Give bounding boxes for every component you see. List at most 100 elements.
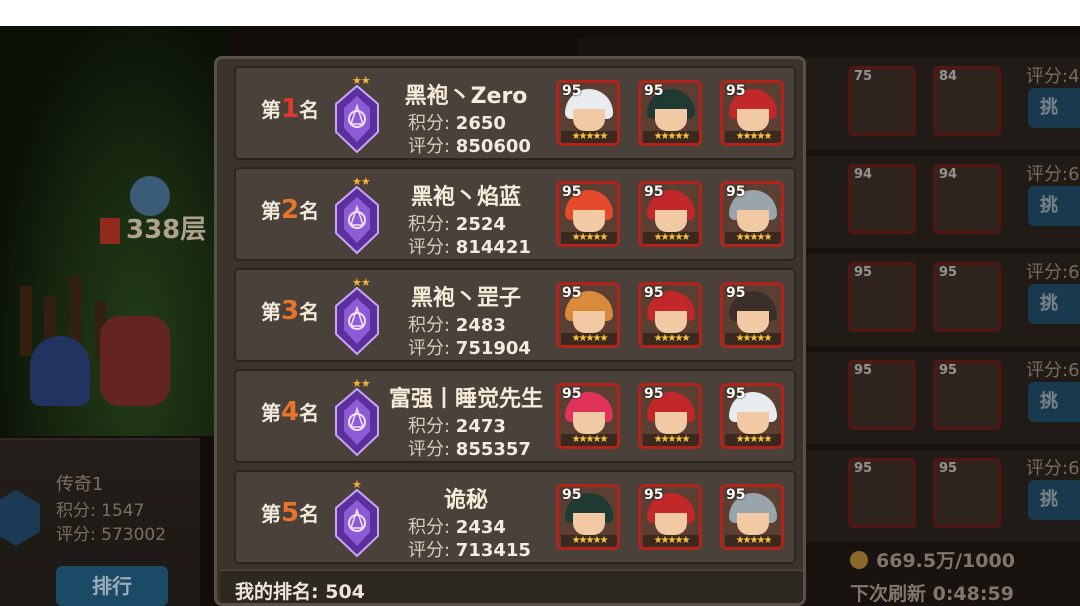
player-name: 传奇1 bbox=[56, 474, 104, 495]
hero-level: 95 bbox=[726, 184, 746, 200]
score-value: 2483 bbox=[455, 315, 506, 336]
hero-portrait-icon[interactable]: 95 ★★★★★ bbox=[556, 80, 620, 146]
my-rank-value: 504 bbox=[325, 581, 365, 603]
score-value: 2473 bbox=[455, 416, 506, 437]
hero-stars: ★★★★★ bbox=[643, 131, 699, 143]
hero-portrait-icon: 95 bbox=[848, 458, 916, 528]
hero-stars: ★★★★★ bbox=[725, 333, 781, 345]
hero-level: 95 bbox=[562, 285, 582, 301]
hero-portrait-icon[interactable]: 95 ★★★★★ bbox=[638, 484, 702, 550]
score-key: 积分: bbox=[408, 416, 456, 437]
hero-portrait-icon: 75 bbox=[848, 66, 916, 136]
rank-number: 5 bbox=[281, 498, 300, 528]
hero-portrait-icon[interactable]: 95 ★★★★★ bbox=[720, 80, 784, 146]
player-name: 黑袍丶焰蓝 bbox=[410, 185, 521, 210]
hero-face bbox=[655, 311, 687, 333]
leaderboard-row[interactable]: 第2名 ★★ 黑袍丶焰蓝 积分: 2524 评分: 814421 95 ★★★★★ 95 ★★★… bbox=[234, 167, 796, 261]
hero-level: 95 bbox=[939, 461, 958, 476]
my-rank-line: 我的排名: 504 bbox=[235, 577, 365, 603]
score-value: 2650 bbox=[455, 113, 506, 134]
player-rating: 评分: 751904 bbox=[408, 334, 531, 360]
hero-portrait-icon[interactable]: 95 ★★★★★ bbox=[556, 181, 620, 247]
scene-hero bbox=[100, 316, 170, 406]
hero-level: 95 bbox=[644, 487, 664, 503]
player-name: 黑袍丶Zero bbox=[404, 84, 528, 109]
purple-crest-icon bbox=[335, 387, 379, 457]
rating-value: 855357 bbox=[455, 439, 531, 460]
purple-crest-icon bbox=[335, 185, 379, 255]
score-key: 积分: bbox=[408, 315, 456, 336]
hero-level: 95 bbox=[726, 386, 746, 402]
refresh-timer: 下次刷新 0:48:59 bbox=[850, 583, 1014, 605]
hero-portrait-icon: 94 bbox=[848, 164, 916, 234]
hero-face bbox=[573, 311, 605, 333]
hero-face bbox=[737, 210, 769, 232]
hero-stars: ★★★★★ bbox=[561, 535, 617, 547]
opponent-rating: 评分:6 bbox=[1026, 360, 1080, 381]
challenge-button[interactable]: 挑 bbox=[1028, 186, 1080, 226]
rank-prefix: 第 bbox=[261, 199, 281, 223]
hero-face bbox=[737, 412, 769, 434]
hero-portrait-icon[interactable]: 95 ★★★★★ bbox=[720, 181, 784, 247]
hero-level: 95 bbox=[562, 386, 582, 402]
hero-portrait-icon: 95 bbox=[933, 458, 1001, 528]
challenge-button[interactable]: 挑 bbox=[1028, 480, 1080, 520]
opponent-rating: 评分:6 bbox=[1026, 164, 1080, 185]
leaderboard-row[interactable]: 第5名 ★ 诡秘 积分: 2434 评分: 713415 95 ★★★★★ 95 ★★★★★ 95… bbox=[234, 470, 796, 564]
hero-level: 95 bbox=[562, 487, 582, 503]
rank-number: 3 bbox=[281, 296, 300, 326]
hero-stars: ★★★★★ bbox=[643, 434, 699, 446]
hero-portrait-icon[interactable]: 95 ★★★★★ bbox=[638, 282, 702, 348]
leaderboard-row[interactable]: 第1名 ★★ 黑袍丶Zero 积分: 2650 评分: 850600 95 ★★★★★ 95 ★… bbox=[234, 66, 796, 160]
rank-prefix: 第 bbox=[261, 98, 281, 122]
challenge-button-label: 挑 bbox=[1040, 391, 1058, 412]
hero-face bbox=[737, 513, 769, 535]
currency-line: 669.5万/1000 bbox=[850, 546, 1080, 573]
hero-portrait-icon[interactable]: 95 ★★★★★ bbox=[556, 484, 620, 550]
my-player-card: 传奇1 积分: 1547 评分: 573002 排行 bbox=[0, 438, 200, 606]
rating-key: 评分: bbox=[408, 237, 456, 258]
rank-suffix: 名 bbox=[299, 300, 320, 324]
player-rating: 评分: 713415 bbox=[408, 536, 531, 562]
hero-portrait-icon[interactable]: 95 ★★★★★ bbox=[638, 383, 702, 449]
challenge-button[interactable]: 挑 bbox=[1028, 284, 1080, 324]
challenge-button-label: 挑 bbox=[1040, 489, 1058, 510]
game-screen: 338层 传奇1 积分: 1547 评分: 573002 排行 75 84 评分:4… bbox=[0, 26, 1080, 606]
hero-portrait-icon[interactable]: 95 ★★★★★ bbox=[556, 383, 620, 449]
rank-prefix: 第 bbox=[261, 502, 281, 526]
hero-portrait-icon[interactable]: 95 ★★★★★ bbox=[638, 181, 702, 247]
rank-prefix: 第 bbox=[261, 401, 281, 425]
score-key: 积分: bbox=[408, 113, 456, 134]
rank-suffix: 名 bbox=[299, 199, 320, 223]
hero-portrait-icon: 94 bbox=[933, 164, 1001, 234]
hero-portrait-icon[interactable]: 95 ★★★★★ bbox=[720, 383, 784, 449]
hero-level: 95 bbox=[644, 83, 664, 99]
hero-face bbox=[655, 412, 687, 434]
tree-decoration bbox=[20, 286, 32, 356]
rank-label: 第5名 bbox=[261, 498, 319, 528]
hero-portrait-icon[interactable]: 95 ★★★★★ bbox=[720, 484, 784, 550]
hero-face bbox=[737, 311, 769, 333]
rating-value: 814421 bbox=[455, 237, 531, 258]
hero-level: 95 bbox=[854, 363, 873, 378]
rating-value: 713415 bbox=[455, 540, 531, 561]
rank-button[interactable]: 排行 bbox=[56, 566, 168, 606]
hero-stars: ★★★★★ bbox=[561, 333, 617, 345]
scene-hero bbox=[30, 336, 90, 406]
hero-portrait-icon[interactable]: 95 ★★★★★ bbox=[720, 282, 784, 348]
hero-portrait-icon[interactable]: 95 ★★★★★ bbox=[556, 282, 620, 348]
player-name: 富强丨睡觉先生 bbox=[388, 387, 543, 412]
challenge-button[interactable]: 挑 bbox=[1028, 88, 1080, 128]
hero-stars: ★★★★★ bbox=[643, 232, 699, 244]
rank-number: 2 bbox=[281, 195, 300, 225]
leaderboard-row[interactable]: 第3名 ★★ 黑袍丶罡子 积分: 2483 评分: 751904 95 ★★★★★ 95 ★★★… bbox=[234, 268, 796, 362]
player-rating: 评分: 850600 bbox=[408, 132, 531, 158]
hero-portrait-icon[interactable]: 95 ★★★★★ bbox=[638, 80, 702, 146]
hero-level: 95 bbox=[644, 184, 664, 200]
my-rank-footer: 我的排名: 504 bbox=[220, 569, 803, 603]
hero-portrait-icon: 95 bbox=[848, 262, 916, 332]
hero-level: 75 bbox=[854, 69, 873, 84]
rating-key: 评分: bbox=[408, 338, 456, 359]
challenge-button[interactable]: 挑 bbox=[1028, 382, 1080, 422]
leaderboard-row[interactable]: 第4名 ★★ 富强丨睡觉先生 积分: 2473 评分: 855357 95 ★★★★★ 95 ★… bbox=[234, 369, 796, 463]
